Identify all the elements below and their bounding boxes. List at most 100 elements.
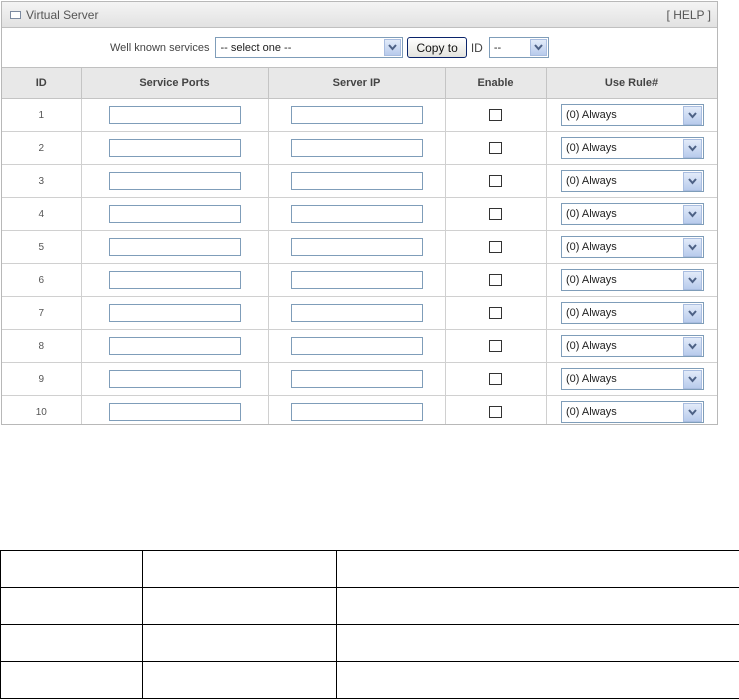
service-ports-input[interactable] (108, 271, 241, 289)
chevron-down-icon[interactable] (683, 106, 702, 125)
well-known-services-value: -- select one -- (220, 41, 292, 54)
server-ip-input[interactable] (290, 403, 423, 421)
use-rule-select[interactable]: (0) Always (561, 203, 704, 225)
server-ip-input[interactable] (290, 370, 423, 388)
service-ports-input[interactable] (108, 172, 241, 190)
service-ports-input[interactable] (108, 337, 241, 355)
chevron-down-icon[interactable] (683, 139, 702, 158)
chevron-down-icon[interactable] (529, 39, 547, 56)
header-service-ports: Service Ports (80, 68, 269, 99)
use-rule-cell: (0) Always (545, 329, 717, 363)
row-id: 1 (2, 98, 82, 132)
use-rule-select[interactable]: (0) Always (561, 104, 704, 126)
enable-checkbox[interactable] (489, 109, 502, 121)
service-ports-input[interactable] (108, 238, 241, 256)
service-ports-input[interactable] (108, 106, 241, 124)
copy-to-button[interactable]: Copy to (407, 37, 467, 58)
chevron-down-icon[interactable] (683, 403, 702, 422)
blank-cell (336, 550, 739, 588)
enable-checkbox[interactable] (489, 175, 502, 187)
use-rule-select[interactable]: (0) Always (561, 401, 704, 423)
chevron-down-icon[interactable] (683, 238, 702, 257)
enable-checkbox[interactable] (489, 373, 502, 385)
chevron-down-icon[interactable] (683, 271, 702, 290)
enable-cell (444, 263, 547, 297)
enable-checkbox[interactable] (489, 208, 502, 220)
blank-table-row (0, 550, 739, 588)
well-known-services-select[interactable]: -- select one -- (215, 37, 404, 58)
chevron-down-icon[interactable] (683, 205, 702, 224)
blank-table-row (0, 624, 739, 662)
use-rule-select[interactable]: (0) Always (561, 170, 704, 192)
server-ip-cell (267, 263, 446, 297)
server-ip-input[interactable] (290, 106, 423, 124)
service-ports-input[interactable] (108, 403, 241, 421)
service-ports-cell (80, 329, 269, 363)
row-id: 9 (2, 362, 82, 396)
blank-cell (336, 661, 739, 699)
server-ip-input[interactable] (290, 271, 423, 289)
enable-cell (444, 197, 547, 231)
use-rule-cell: (0) Always (545, 98, 717, 132)
use-rule-select[interactable]: (0) Always (561, 137, 704, 159)
panel-title-group: Virtual Server (10, 8, 98, 22)
server-ip-input[interactable] (290, 304, 423, 322)
service-ports-cell (80, 131, 269, 165)
blank-cell (142, 550, 337, 588)
header-server-ip: Server IP (267, 68, 446, 99)
enable-checkbox[interactable] (489, 241, 502, 253)
server-ip-cell (267, 230, 446, 264)
enable-cell (444, 230, 547, 264)
use-rule-select[interactable]: (0) Always (561, 302, 704, 324)
server-ip-input[interactable] (290, 337, 423, 355)
enable-cell (444, 296, 547, 330)
use-rule-select[interactable]: (0) Always (561, 269, 704, 291)
server-ip-cell (267, 395, 446, 424)
enable-checkbox[interactable] (489, 406, 502, 418)
server-ip-input[interactable] (290, 238, 423, 256)
enable-cell (444, 164, 547, 198)
use-rule-value: (0) Always (566, 373, 617, 385)
row-id: 5 (2, 230, 82, 264)
chevron-down-icon[interactable] (683, 337, 702, 356)
copy-id-select[interactable]: -- (488, 37, 549, 58)
virtual-server-table: ID Service Ports Server IP Enable Use Ru… (2, 68, 717, 424)
use-rule-select[interactable]: (0) Always (561, 236, 704, 258)
service-ports-cell (80, 197, 269, 231)
enable-cell (444, 362, 547, 396)
server-ip-input[interactable] (290, 205, 423, 223)
table-row: 7 (0) Always (2, 296, 717, 330)
chevron-down-icon[interactable] (683, 172, 702, 191)
help-link[interactable]: [ HELP ] (667, 8, 711, 22)
id-label: ID (470, 40, 483, 55)
service-ports-cell (80, 98, 269, 132)
server-ip-input[interactable] (290, 172, 423, 190)
enable-checkbox[interactable] (489, 142, 502, 154)
use-rule-select[interactable]: (0) Always (561, 368, 704, 390)
chevron-down-icon[interactable] (384, 39, 402, 56)
service-ports-input[interactable] (108, 205, 241, 223)
blank-cell (142, 661, 337, 699)
use-rule-cell: (0) Always (545, 296, 717, 330)
service-ports-cell (80, 296, 269, 330)
service-ports-input[interactable] (108, 139, 241, 157)
enable-checkbox[interactable] (489, 274, 502, 286)
enable-checkbox[interactable] (489, 307, 502, 319)
blank-cell (0, 587, 143, 625)
server-ip-input[interactable] (290, 139, 423, 157)
service-ports-input[interactable] (108, 370, 241, 388)
server-ip-cell (267, 362, 446, 396)
service-ports-cell (80, 230, 269, 264)
server-ip-cell (267, 131, 446, 165)
use-rule-select[interactable]: (0) Always (561, 335, 704, 357)
use-rule-cell: (0) Always (545, 263, 717, 297)
panel-title-bar: Virtual Server [ HELP ] (2, 2, 717, 28)
chevron-down-icon[interactable] (683, 304, 702, 323)
use-rule-value: (0) Always (566, 175, 617, 187)
service-ports-input[interactable] (108, 304, 241, 322)
use-rule-value: (0) Always (566, 142, 617, 154)
use-rule-cell: (0) Always (545, 362, 717, 396)
services-toolbar: Well known services -- select one -- Cop… (2, 28, 717, 68)
chevron-down-icon[interactable] (683, 370, 702, 389)
enable-checkbox[interactable] (489, 340, 502, 352)
